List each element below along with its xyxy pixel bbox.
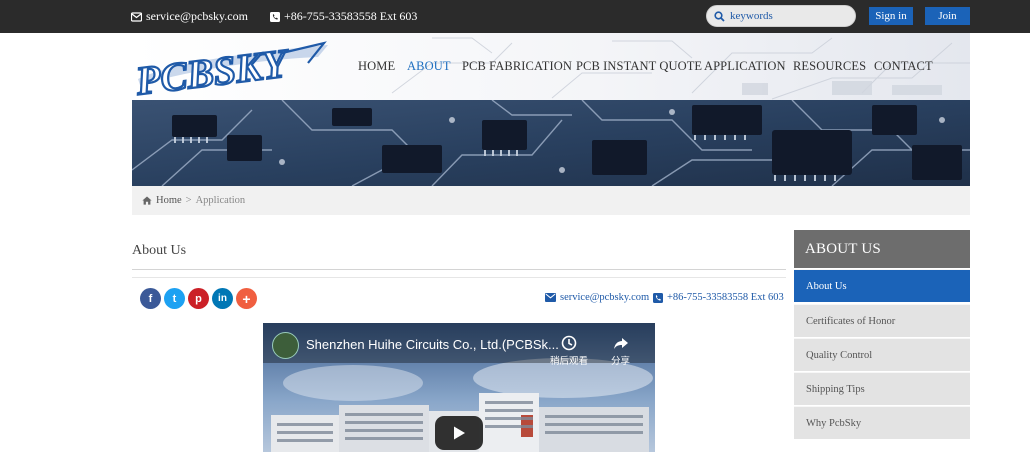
play-icon: [454, 426, 465, 440]
watch-later-label: 稍后观看: [550, 356, 589, 367]
envelope-icon: [131, 11, 142, 22]
twitter-icon[interactable]: t: [164, 288, 185, 309]
nav-pcb-instant-quote[interactable]: PCB INSTANT QUOTE: [576, 59, 702, 74]
top-email-text: service@pcbsky.com: [146, 9, 248, 23]
pcbsky-logo[interactable]: PCBSKY: [132, 33, 332, 100]
search-icon[interactable]: [714, 10, 725, 22]
top-bar: service@pcbsky.com +86-755-33583558 Ext …: [0, 0, 1030, 33]
nav-contact[interactable]: CONTACT: [874, 59, 933, 74]
nav-resources[interactable]: RESOURCES: [793, 59, 866, 74]
top-phone-text: +86-755-33583558 Ext 603: [284, 9, 418, 23]
clock-icon: [561, 335, 577, 351]
nav-about[interactable]: ABOUT: [407, 59, 451, 74]
breadcrumb-current: Application: [195, 195, 246, 206]
channel-avatar[interactable]: [272, 332, 299, 359]
breadcrumb-separator: >: [185, 195, 192, 206]
sidebar-item-certificates-of-honor[interactable]: Certificates of Honor: [794, 304, 970, 337]
sidebar-item-about-us[interactable]: About Us: [794, 269, 970, 302]
content-phone[interactable]: +86-755-33583558 Ext 603: [653, 292, 784, 303]
title-divider: [132, 269, 786, 270]
phone-icon: [270, 11, 280, 22]
sidebar-heading: ABOUT US: [794, 230, 970, 268]
circuit-board-banner: [132, 100, 970, 186]
facebook-icon[interactable]: f: [140, 288, 161, 309]
nav-home[interactable]: HOME: [358, 59, 395, 74]
nav-pcb-fabrication[interactable]: PCB FABRICATION: [462, 59, 572, 74]
video-player[interactable]: Shenzhen Huihe Circuits Co., Ltd.(PCBSk.…: [263, 323, 655, 452]
watch-later-button[interactable]: 稍后观看: [550, 335, 588, 367]
search-box: [706, 5, 856, 27]
nav-application[interactable]: APPLICATION: [704, 59, 786, 74]
top-phone[interactable]: +86-755-33583558 Ext 603: [270, 9, 417, 24]
video-title[interactable]: Shenzhen Huihe Circuits Co., Ltd.(PCBSk.…: [306, 337, 559, 352]
search-input[interactable]: [730, 10, 840, 22]
page-title: About Us: [132, 243, 187, 258]
svg-text:PCBSKY: PCBSKY: [133, 40, 293, 100]
breadcrumb: Home > Application: [132, 186, 970, 215]
top-email[interactable]: service@pcbsky.com: [131, 9, 248, 24]
content-phone-text: +86-755-33583558 Ext 603: [667, 292, 784, 303]
sidebar-item-why-pcbsky[interactable]: Why PcbSky: [794, 406, 970, 439]
home-icon: [142, 196, 152, 205]
share-button[interactable]: 分享: [611, 335, 630, 367]
sidebar-item-quality-control[interactable]: Quality Control: [794, 338, 970, 371]
title-divider-secondary: [132, 277, 786, 278]
site-header: PCBSKY HOME ABOUT PCB FABRICATION PCB IN…: [132, 33, 970, 100]
content-email-text: service@pcbsky.com: [560, 292, 650, 303]
sidebar-item-shipping-tips[interactable]: Shipping Tips: [794, 372, 970, 405]
phone-icon: [653, 292, 663, 303]
sign-in-button[interactable]: Sign in: [869, 7, 913, 25]
envelope-icon: [545, 293, 556, 302]
content-email[interactable]: service@pcbsky.com: [545, 292, 649, 303]
join-button[interactable]: Join: [925, 7, 970, 25]
more-share-icon[interactable]: +: [236, 288, 257, 309]
share-label: 分享: [611, 356, 631, 367]
banner-image: [132, 100, 970, 186]
play-button[interactable]: [435, 416, 483, 450]
pinterest-icon[interactable]: p: [188, 288, 209, 309]
linkedin-icon[interactable]: in: [212, 288, 233, 309]
breadcrumb-home[interactable]: Home: [156, 195, 182, 206]
share-arrow-icon: [613, 338, 628, 349]
